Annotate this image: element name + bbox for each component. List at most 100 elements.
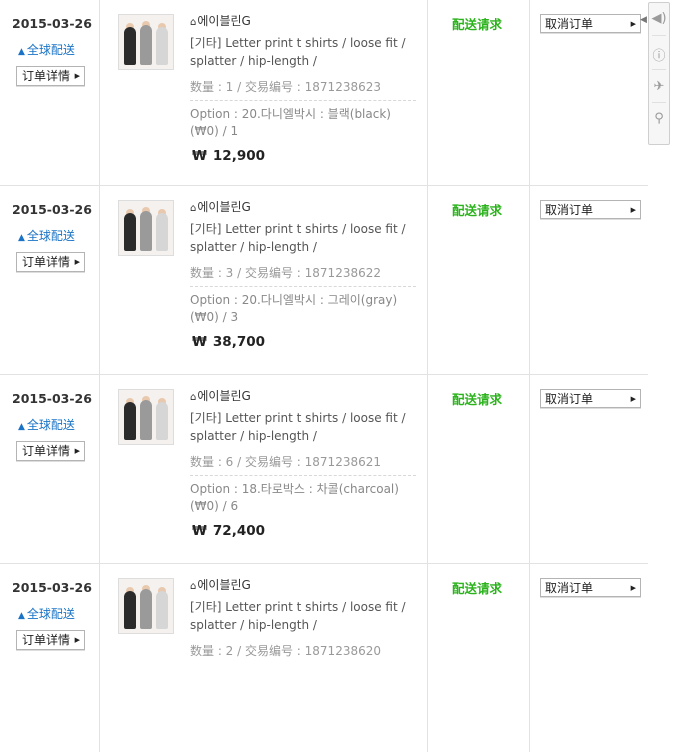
caret-right-icon: ▶ <box>630 206 636 214</box>
search-icon[interactable]: ⚲ <box>649 111 669 126</box>
global-shipping-link[interactable]: ▲ 全球配送 <box>18 416 75 433</box>
up-arrow-icon: ▲ <box>18 611 25 621</box>
product-thumbnail[interactable] <box>118 578 174 634</box>
order-detail-label: 订单详情 <box>22 633 71 647</box>
global-shipping-link[interactable]: ▲ 全球配送 <box>18 605 75 622</box>
product-thumbnail[interactable] <box>118 14 174 70</box>
won-currency: ₩ <box>192 334 207 350</box>
global-shipping-link[interactable]: ▲ 全球配送 <box>18 41 75 58</box>
product-thumbnail[interactable] <box>118 389 174 445</box>
order-date: 2015-03-26 <box>12 202 92 217</box>
table-row: 2015-03-26 ▲ 全球配送 订单详情 ▶ ⌂에이블린G [기타] Lette… <box>0 375 648 564</box>
home-icon: ⌂ <box>190 581 197 592</box>
seller-label: 에이블린G <box>197 389 251 403</box>
caret-right-icon: ▶ <box>630 395 636 403</box>
home-icon: ⌂ <box>190 203 197 214</box>
order-detail-button[interactable]: 订单详情 ▶ <box>16 630 86 650</box>
order-option: Option : 20.다니엘박시 : 블랙(black) (₩0) / 1 <box>190 107 391 138</box>
info-icon[interactable]: ⓘ <box>649 45 669 64</box>
order-detail-button[interactable]: 订单详情 ▶ <box>16 66 86 86</box>
divider <box>190 100 416 101</box>
cancel-order-button[interactable]: 取消订单 ▶ <box>540 200 641 219</box>
price-value: 72,400 <box>212 523 266 539</box>
status-label: 配送请求 <box>452 392 503 407</box>
seller-label: 에이블린G <box>197 200 251 214</box>
shipping-label: 全球配送 <box>26 43 75 57</box>
seller-name[interactable]: ⌂에이블린G <box>190 12 251 29</box>
order-detail-button[interactable]: 订单详情 ▶ <box>16 441 86 461</box>
product-cell: ⌂에이블린G [기타] Letter print t shirts / loos… <box>100 564 428 752</box>
cancel-order-button[interactable]: 取消订单 ▶ <box>540 578 641 597</box>
status-label: 配送请求 <box>452 581 503 596</box>
order-meta: 数量 : 3 / 交易编号 : 1871238622 <box>190 266 381 280</box>
caret-right-icon: ▶ <box>630 20 636 28</box>
collapse-tab-icon[interactable]: ◀ <box>640 15 647 25</box>
order-meta: 数量 : 1 / 交易编号 : 1871238623 <box>190 80 381 94</box>
order-option: Option : 20.다니엘박시 : 그레이(gray) (₩0) / 3 <box>190 293 398 324</box>
action-cell: 取消订单 ▶ <box>530 375 648 563</box>
date-cell: 2015-03-26 ▲ 全球配送 订单详情 ▶ <box>0 186 100 374</box>
status-cell: 配送请求 <box>428 186 530 374</box>
product-cell: ⌂에이블린G [기타] Letter print t shirts / loos… <box>100 186 428 374</box>
order-date: 2015-03-26 <box>12 580 92 595</box>
status-label: 配送请求 <box>452 203 503 218</box>
cancel-order-button[interactable]: 取消订单 ▶ <box>540 389 641 408</box>
airplane-icon[interactable]: ✈ <box>649 79 669 94</box>
cancel-order-button[interactable]: 取消订单 ▶ <box>540 14 641 33</box>
up-arrow-icon: ▲ <box>18 47 25 57</box>
shipping-label: 全球配送 <box>26 229 75 243</box>
order-meta: 数量 : 6 / 交易编号 : 1871238621 <box>190 455 381 469</box>
order-price: ₩12,900 <box>192 148 265 164</box>
global-shipping-link[interactable]: ▲ 全球配送 <box>18 227 75 244</box>
up-arrow-icon: ▲ <box>18 422 25 432</box>
order-option: Option : 18.타로박스 : 차콜(charcoal) (₩0) / 6 <box>190 482 399 513</box>
caret-right-icon: ▶ <box>74 447 81 455</box>
speaker-icon[interactable]: ◀) <box>649 11 669 26</box>
home-icon: ⌂ <box>190 17 197 28</box>
divider <box>190 475 416 476</box>
won-currency: ₩ <box>192 523 207 539</box>
product-title[interactable]: [기타] Letter print t shirts / loose fit /… <box>190 409 418 445</box>
price-value: 38,700 <box>212 334 266 350</box>
order-date: 2015-03-26 <box>12 16 92 31</box>
seller-label: 에이블린G <box>197 578 251 592</box>
product-title[interactable]: [기타] Letter print t shirts / loose fit /… <box>190 598 418 634</box>
divider <box>190 286 416 287</box>
shipping-label: 全球配送 <box>26 607 75 621</box>
caret-right-icon: ▶ <box>74 636 81 644</box>
product-title[interactable]: [기타] Letter print t shirts / loose fit /… <box>190 34 418 70</box>
action-cell: 取消订单 ▶ <box>530 186 648 374</box>
product-title[interactable]: [기타] Letter print t shirts / loose fit /… <box>190 220 418 256</box>
date-cell: 2015-03-26 ▲ 全球配送 订单详情 ▶ <box>0 0 100 185</box>
seller-name[interactable]: ⌂에이블린G <box>190 576 251 593</box>
caret-right-icon: ▶ <box>630 584 636 592</box>
cancel-order-label: 取消订单 <box>545 581 594 595</box>
divider <box>652 35 666 36</box>
seller-name[interactable]: ⌂에이블린G <box>190 198 251 215</box>
date-cell: 2015-03-26 ▲ 全球配送 订单详情 ▶ <box>0 564 100 752</box>
shipping-label: 全球配送 <box>26 418 75 432</box>
caret-right-icon: ▶ <box>74 258 81 266</box>
seller-label: 에이블린G <box>197 14 251 28</box>
table-row: 2015-03-26 ▲ 全球配送 订单详情 ▶ ⌂에이블린G [기타] Lette… <box>0 564 648 752</box>
order-detail-button[interactable]: 订单详情 ▶ <box>16 252 86 272</box>
date-cell: 2015-03-26 ▲ 全球配送 订单详情 ▶ <box>0 375 100 563</box>
order-price: ₩72,400 <box>192 523 265 539</box>
caret-right-icon: ▶ <box>74 72 81 80</box>
product-thumbnail[interactable] <box>118 200 174 256</box>
cancel-order-label: 取消订单 <box>545 17 594 31</box>
divider <box>652 69 666 70</box>
product-cell: ⌂에이블린G [기타] Letter print t shirts / loos… <box>100 375 428 563</box>
cancel-order-label: 取消订单 <box>545 203 594 217</box>
seller-name[interactable]: ⌂에이블린G <box>190 387 251 404</box>
up-arrow-icon: ▲ <box>18 233 25 243</box>
order-detail-label: 订单详情 <box>22 69 71 83</box>
status-cell: 配送请求 <box>428 0 530 185</box>
won-currency: ₩ <box>192 148 207 164</box>
order-table: 2015-03-26 ▲ 全球配送 订单详情 ▶ ⌂에이블린G [기타] Lette… <box>0 0 648 752</box>
price-value: 12,900 <box>212 148 266 164</box>
order-date: 2015-03-26 <box>12 391 92 406</box>
product-cell: ⌂에이블린G [기타] Letter print t shirts / loos… <box>100 0 428 185</box>
status-cell: 配送请求 <box>428 564 530 752</box>
action-cell: 取消订单 ▶ <box>530 564 648 752</box>
